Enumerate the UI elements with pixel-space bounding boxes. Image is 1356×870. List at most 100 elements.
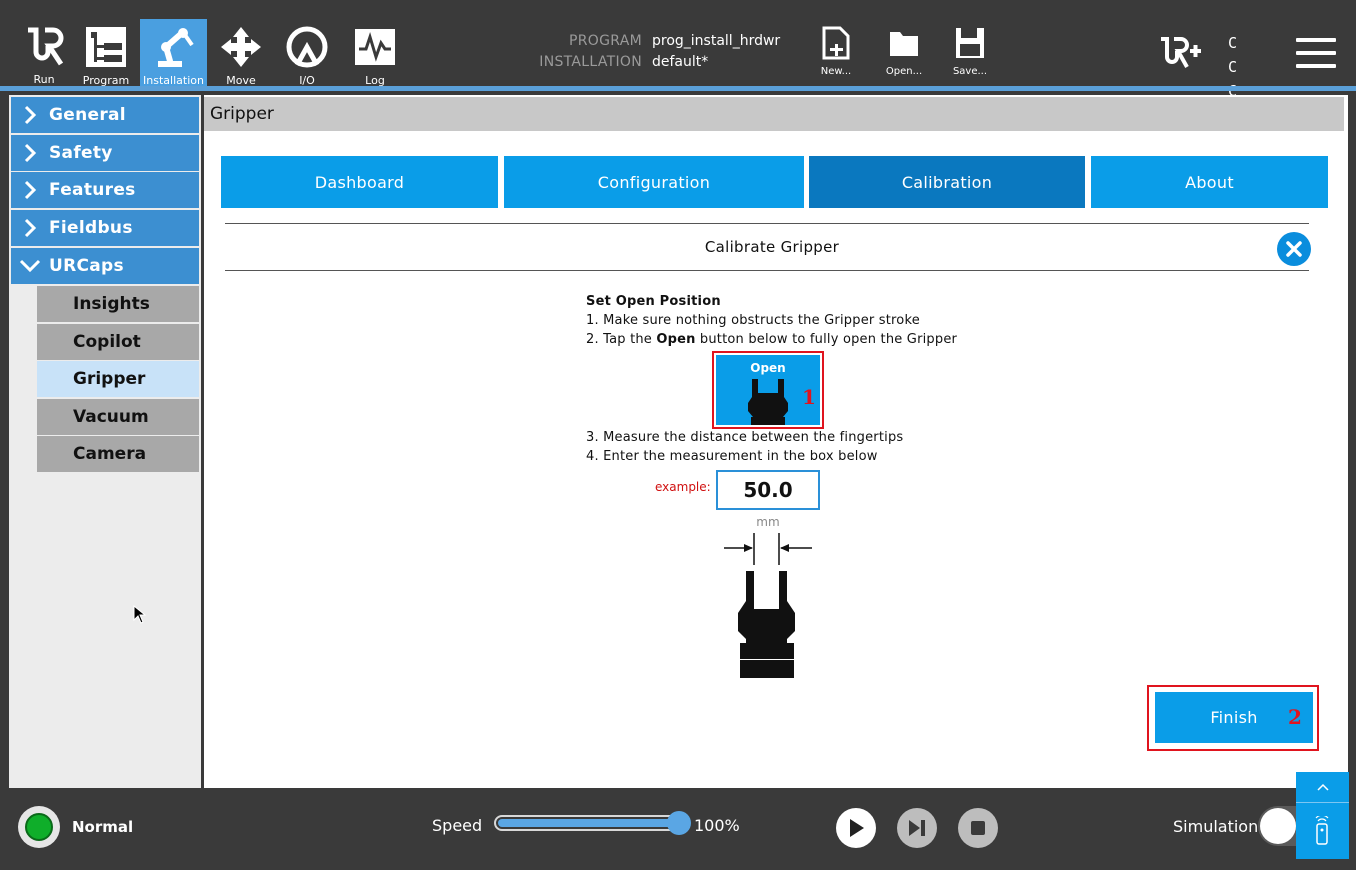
close-icon: [1286, 241, 1302, 257]
step2-prefix: 2. Tap the: [586, 332, 657, 347]
sidebar-subitem-camera[interactable]: Camera: [37, 436, 199, 472]
nav-run-button[interactable]: Run: [12, 19, 76, 86]
instruction-step-4: 4. Enter the measurement in the box belo…: [586, 449, 878, 464]
sidebar-item-label: Safety: [49, 143, 113, 163]
speed-slider-fill: [498, 819, 682, 827]
top-bar: Run Program Installation Move I/O Log PR…: [0, 0, 1356, 124]
instruction-step-3: 3. Measure the distance between the fing…: [586, 430, 904, 445]
example-label: example:: [655, 480, 711, 494]
installation-key: INSTALLATION: [539, 53, 642, 70]
sidebar-subitem-copilot[interactable]: Copilot: [37, 324, 199, 360]
speed-slider-handle[interactable]: [667, 811, 691, 835]
tab-dashboard[interactable]: Dashboard: [221, 156, 498, 208]
sidebar-item-general[interactable]: General: [11, 97, 199, 133]
nav-installation-button[interactable]: Installation: [140, 19, 207, 87]
nav-run-label: Run: [33, 73, 55, 86]
mouse-cursor-icon: [133, 605, 147, 624]
chevron-right-icon: [15, 105, 45, 125]
new-file-icon: [822, 26, 850, 60]
sidebar-item-label: General: [49, 105, 126, 125]
sidebar-item-fieldbus[interactable]: Fieldbus: [11, 210, 199, 246]
tab-about[interactable]: About: [1091, 156, 1328, 208]
close-calibration-button[interactable]: [1277, 232, 1311, 266]
chevron-right-icon: [15, 143, 45, 163]
sidebar-subitem-insights[interactable]: Insights: [37, 286, 199, 322]
step-forward-icon: [909, 820, 925, 836]
program-key: PROGRAM: [569, 32, 642, 49]
page-title: Gripper: [204, 97, 1344, 131]
hamburger-menu-icon[interactable]: [1296, 38, 1336, 70]
program-tree-icon: [84, 25, 128, 69]
nav-move-button[interactable]: Move: [209, 19, 273, 87]
annotation-marker-2: 2: [1288, 705, 1302, 729]
new-file-label: New...: [820, 66, 852, 77]
sidebar-subitem-vacuum[interactable]: Vacuum: [37, 399, 199, 435]
stop-icon: [971, 821, 985, 835]
installation-name: default*: [652, 53, 709, 70]
instruction-step-2: 2. Tap the Open button below to fully op…: [586, 332, 957, 347]
tab-calibration[interactable]: Calibration: [809, 156, 1085, 208]
ur-logo-icon: [22, 25, 66, 68]
new-file-button[interactable]: New...: [808, 26, 864, 77]
folder-icon: [890, 32, 918, 56]
gripper-open-icon: [748, 379, 788, 425]
chevron-right-icon: [15, 180, 45, 200]
bottom-bar: Normal Speed 100% Simulation: [0, 790, 1356, 870]
unit-label: mm: [756, 515, 780, 529]
save-disk-icon: [956, 28, 984, 58]
calibration-title: Calibrate Gripper: [704, 238, 840, 256]
gripper-measurement-diagram-icon: [724, 533, 812, 678]
step-button[interactable]: [897, 808, 937, 848]
save-file-label: Save...: [952, 66, 988, 77]
robot-status-label: Normal: [72, 818, 134, 836]
program-info: PROGRAM prog_install_hrdwr INSTALLATION …: [530, 30, 780, 72]
tab-configuration[interactable]: Configuration: [504, 156, 804, 208]
divider: [225, 223, 1309, 224]
robot-status-button[interactable]: [18, 806, 60, 848]
open-file-button[interactable]: Open...: [876, 26, 932, 77]
teach-pendant-icon: [1315, 816, 1329, 845]
chevron-right-icon: [15, 218, 45, 238]
divider: [225, 270, 1309, 271]
section-title: Set Open Position: [586, 294, 721, 309]
open-file-label: Open...: [885, 66, 923, 77]
step2-bold: Open: [656, 332, 696, 347]
main-panel: Gripper Dashboard Configuration Calibrat…: [204, 95, 1348, 788]
open-button-label: Open: [750, 361, 786, 375]
control-status-icon: C C C C: [1228, 34, 1246, 124]
instruction-step-1: 1. Make sure nothing obstructs the Gripp…: [586, 313, 920, 328]
divider: [1296, 802, 1349, 803]
sidebar-item-label: Features: [49, 180, 136, 200]
program-name: prog_install_hrdwr: [652, 32, 781, 49]
play-button[interactable]: [836, 808, 876, 848]
nav-io-button[interactable]: I/O: [275, 19, 339, 87]
chevron-up-icon: [1317, 783, 1329, 791]
annotation-marker-1: 1: [802, 385, 816, 409]
nav-log-button[interactable]: Log: [343, 19, 407, 87]
status-led-icon: [25, 813, 53, 841]
simulation-label: Simulation: [1173, 817, 1259, 836]
speed-label: Speed: [432, 816, 483, 835]
save-file-button[interactable]: Save...: [942, 26, 998, 77]
play-icon: [850, 819, 864, 837]
sidebar-item-features[interactable]: Features: [11, 172, 199, 208]
sidebar-item-label: URCaps: [49, 256, 124, 276]
step2-suffix: button below to fully open the Gripper: [695, 332, 958, 347]
sidebar-item-urcaps[interactable]: URCaps: [11, 248, 199, 284]
robot-arm-icon: [152, 25, 196, 69]
top-bar-accent: [0, 86, 1356, 91]
stop-button[interactable]: [958, 808, 998, 848]
sidebar-subitem-gripper[interactable]: Gripper: [37, 361, 199, 397]
log-chart-icon: [353, 25, 397, 69]
side-panel-button[interactable]: [1296, 772, 1349, 859]
sidebar-item-safety[interactable]: Safety: [11, 135, 199, 171]
installation-sidebar: General Safety Features Fieldbus URCaps …: [9, 95, 201, 788]
speed-value: 100%: [694, 816, 740, 835]
move-arrows-icon: [219, 25, 263, 69]
ur-plus-logo-icon[interactable]: [1157, 37, 1203, 73]
chevron-down-icon: [15, 258, 45, 274]
nav-program-button[interactable]: Program: [74, 19, 138, 87]
speed-slider[interactable]: [494, 815, 686, 831]
io-gauge-icon: [285, 25, 329, 69]
measurement-input[interactable]: 50.0: [716, 470, 820, 510]
